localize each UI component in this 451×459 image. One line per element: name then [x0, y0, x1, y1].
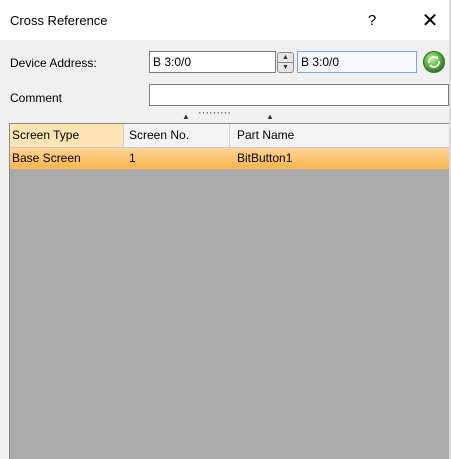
refresh-go-button[interactable]: [422, 50, 446, 74]
title-bar: Cross Reference ? ✕: [0, 0, 451, 40]
cell-screen-type: Base Screen: [12, 151, 81, 165]
results-grid: Screen Type Screen No. Part Name Base Sc…: [9, 123, 451, 459]
cell-part-name: BitButton1: [237, 151, 293, 165]
device-address-spinner[interactable]: ▲ ▼: [277, 52, 294, 73]
column-header-screen-no[interactable]: Screen No.: [124, 124, 230, 147]
splitter-handle[interactable]: ▲ ········· ▲: [0, 107, 451, 122]
expand-up-icon[interactable]: ▲: [266, 112, 274, 121]
collapse-up-icon[interactable]: ▲: [182, 112, 190, 121]
up-arrow-icon[interactable]: ▲: [278, 53, 293, 63]
device-address-from-input[interactable]: B 3:0/0: [149, 51, 276, 73]
device-address-to-input[interactable]: B 3:0/0: [297, 51, 417, 73]
column-header-part-name[interactable]: Part Name: [230, 124, 451, 147]
help-button[interactable]: ?: [357, 7, 387, 33]
column-header-screen-type[interactable]: Screen Type: [10, 124, 124, 147]
table-row[interactable]: Base Screen 1 BitButton1: [10, 148, 451, 169]
down-arrow-icon[interactable]: ▼: [278, 63, 293, 72]
cross-reference-window: Cross Reference ? ✕ Device Address: B 3:…: [0, 0, 451, 459]
comment-label: Comment: [10, 91, 63, 105]
grip-dots-icon: ·········: [198, 107, 231, 119]
close-button[interactable]: ✕: [415, 7, 445, 33]
refresh-go-icon: [423, 51, 445, 73]
comment-input[interactable]: [149, 84, 449, 106]
cell-screen-no: 1: [129, 151, 136, 165]
device-address-label: Device Address:: [10, 56, 97, 70]
window-title: Cross Reference: [10, 13, 108, 28]
grid-header: Screen Type Screen No. Part Name: [10, 124, 451, 148]
